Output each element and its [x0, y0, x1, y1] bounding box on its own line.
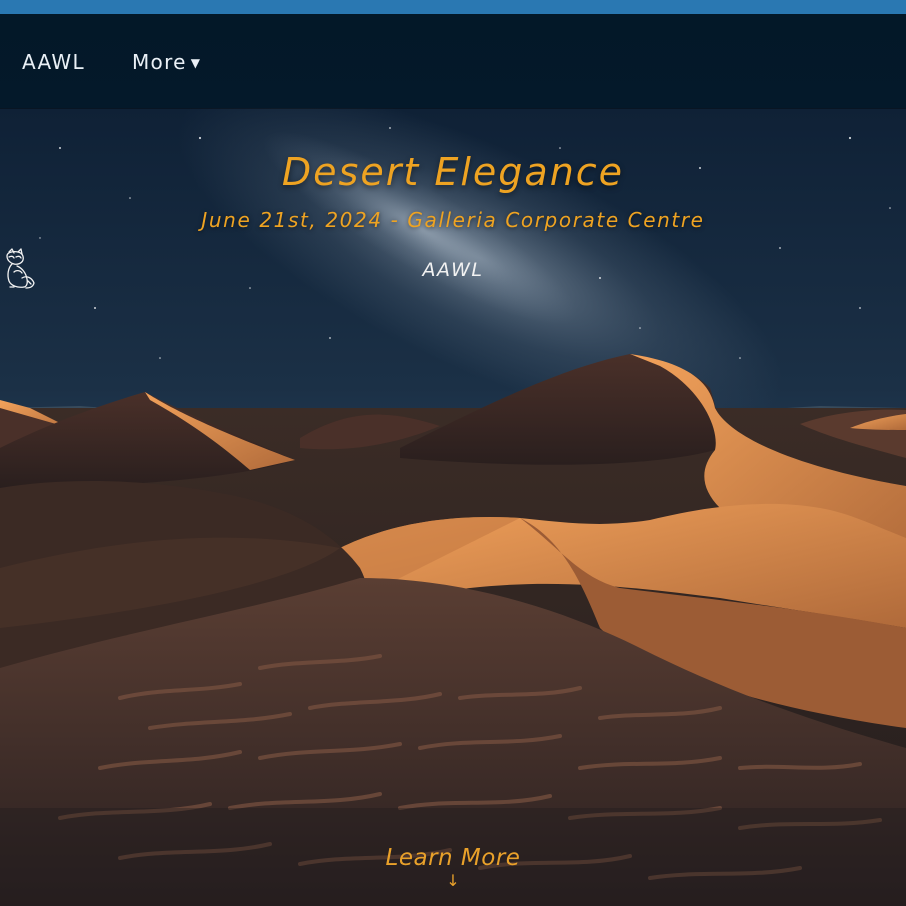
learn-more-link[interactable]: Learn More [0, 844, 906, 872]
hero-title: Desert Elegance [281, 150, 625, 194]
nav-brand-link[interactable]: AAWL [22, 50, 85, 74]
raccoon-logo-icon [6, 248, 35, 289]
hero-subtitle: June 21st, 2024 - Galleria Corporate Cen… [201, 208, 705, 232]
top-accent-bar [0, 0, 906, 14]
nav-more-label: More [132, 50, 187, 74]
nav-more-dropdown[interactable]: More ▼ [132, 50, 201, 77]
hero-section: Desert Elegance June 21st, 2024 - Galler… [0, 108, 906, 906]
caret-down-icon: ▼ [190, 56, 202, 70]
arrow-down-icon[interactable]: ↓ [0, 872, 906, 890]
aawl-logo: AAWL [6, 248, 484, 292]
logo-text: AAWL [422, 259, 484, 281]
logo-row: AAWL [0, 248, 906, 292]
main-navbar: AAWL More ▼ [0, 14, 906, 108]
